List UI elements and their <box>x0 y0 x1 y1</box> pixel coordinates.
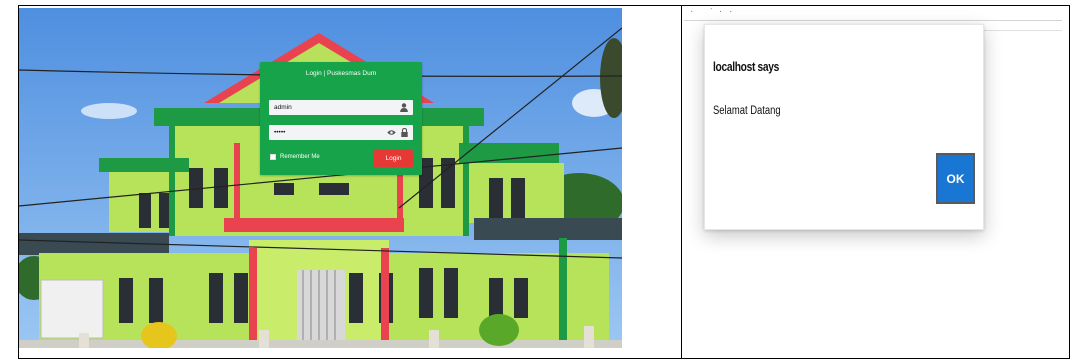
remember-me-label: Remember Me <box>280 154 320 160</box>
username-input[interactable] <box>269 100 413 115</box>
user-icon <box>400 103 408 112</box>
login-form: Login | Puskesmas Dum Remember Me Login <box>260 62 422 175</box>
login-title: Login | Puskesmas Dum <box>305 70 377 77</box>
login-button[interactable]: Login <box>374 150 413 167</box>
top-border <box>684 20 1062 21</box>
alert-title: localhost says <box>713 60 780 74</box>
lock-icon <box>401 128 408 137</box>
alert-screenshot: · ˙ ' · · localhost says Selamat Datang … <box>682 8 1062 353</box>
login-page-screenshot: Login | Puskesmas Dum Remember Me Login <box>19 8 622 348</box>
building-background <box>19 8 622 348</box>
ok-button[interactable]: OK <box>936 153 975 204</box>
alert-dialog: localhost says Selamat Datang OK <box>704 24 984 230</box>
alert-message: Selamat Datang <box>713 105 781 117</box>
top-fragment: · ˙ ' · · <box>690 8 735 17</box>
password-field[interactable] <box>269 125 413 140</box>
remember-me[interactable]: Remember Me <box>270 154 320 160</box>
remember-me-checkbox[interactable] <box>270 154 276 160</box>
username-field[interactable] <box>269 100 413 115</box>
top-border-faint <box>982 30 1062 31</box>
eye-icon[interactable] <box>387 129 396 136</box>
